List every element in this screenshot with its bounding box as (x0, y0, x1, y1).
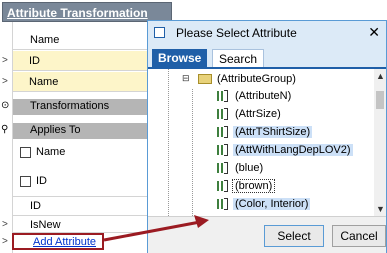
applies-to-section[interactable]: Applies To (13, 123, 147, 139)
transformations-section[interactable]: Transformations (13, 99, 147, 115)
transformations-label: Transformations (30, 100, 110, 112)
add-attribute-link[interactable]: Add Attribute (33, 236, 96, 248)
attribute-icon (216, 161, 230, 175)
tree-item[interactable]: (AttrTShirtSize) (216, 124, 313, 140)
dialog-title-bar[interactable]: Please Select Attribute ✕ (148, 21, 386, 45)
attribute-icon (216, 107, 230, 121)
attribute-icon (216, 143, 230, 157)
tree-item[interactable]: (AttWithLangDepLOV2) (216, 142, 353, 158)
scroll-thumb[interactable] (376, 91, 384, 109)
tree-item[interactable]: (Color, Interior) (216, 196, 311, 212)
tree-item[interactable]: (AttributeN) (216, 88, 293, 104)
column-header-id: ID (30, 200, 41, 212)
select-button[interactable]: Select (264, 225, 324, 247)
column-header-row-id: ID (13, 196, 147, 216)
applies-to-icon: ⚲ (1, 124, 9, 135)
table-row[interactable]: ID (13, 51, 147, 71)
tree-guide-line (168, 69, 169, 216)
row-label-name: Name (29, 75, 59, 88)
row-label-id: ID (29, 54, 40, 67)
dialog-title: Please Select Attribute (176, 26, 297, 40)
tree-item-label: (Color, Interior) (233, 198, 311, 210)
transformations-icon: ⊙ (1, 100, 10, 111)
tree-scrollbar[interactable]: ▲ ▼ (374, 69, 386, 216)
table-row[interactable]: Name (13, 72, 147, 92)
dialog-footer: Select Cancel (148, 216, 386, 253)
tree-item-label: (brown) (231, 179, 276, 193)
attribute-icon (216, 197, 230, 211)
tree-group-label: (AttributeGroup) (217, 73, 296, 85)
chevron-right-icon[interactable]: > (2, 236, 8, 247)
tree-guide-line (192, 89, 193, 216)
column-header-name: Name (30, 33, 60, 46)
tree-group-node[interactable]: (AttributeGroup) (198, 71, 298, 87)
select-attribute-dialog: Please Select Attribute ✕ Browse Search … (147, 20, 387, 253)
tree-item-label: (AttributeN) (235, 90, 292, 102)
tree-item-label: (AttWithLangDepLOV2) (233, 144, 353, 156)
scroll-up-icon[interactable]: ▲ (376, 71, 385, 81)
tab-search[interactable]: Search (212, 49, 265, 67)
panel-title: Attribute Transformation (7, 6, 148, 20)
cancel-button[interactable]: Cancel (332, 225, 386, 247)
id-checkbox-label: ID (36, 175, 47, 187)
collapse-icon[interactable]: ⊟ (182, 73, 190, 84)
applies-to-label: Applies To (30, 124, 81, 136)
id-checkbox[interactable] (20, 176, 31, 187)
row-label-isnew: IsNew (30, 218, 61, 231)
tree-item-label: (blue) (235, 162, 264, 174)
tab-browse[interactable]: Browse (152, 49, 208, 67)
name-checkbox-label: Name (36, 146, 66, 158)
name-checkbox[interactable] (20, 147, 31, 158)
tree-item[interactable]: (blue) (216, 160, 265, 176)
scroll-down-icon[interactable]: ▼ (376, 204, 385, 214)
attribute-icon (216, 89, 230, 103)
close-icon[interactable]: ✕ (368, 24, 380, 41)
tab-bar: Browse Search (148, 45, 386, 69)
chevron-right-icon[interactable]: > (2, 219, 8, 230)
attribute-icon (216, 179, 230, 193)
tree-item[interactable]: (AttrSize) (216, 106, 283, 122)
window-icon (154, 27, 165, 38)
panel-header: Attribute Transformation (2, 2, 172, 22)
column-header-row: Name (13, 30, 147, 50)
folder-icon (198, 74, 212, 85)
tree-item[interactable]: (brown) (216, 178, 276, 194)
attribute-icon (216, 125, 230, 139)
chevron-right-icon[interactable]: > (2, 76, 8, 87)
attribute-tree[interactable]: ⊟ (AttributeGroup) (AttributeN) (AttrSiz… (148, 69, 374, 216)
tree-item-label: (AttrTShirtSize) (233, 126, 313, 138)
chevron-right-icon[interactable]: > (2, 55, 8, 66)
table-row[interactable]: IsNew (13, 217, 147, 233)
tree-item-label: (AttrSize) (235, 108, 281, 120)
